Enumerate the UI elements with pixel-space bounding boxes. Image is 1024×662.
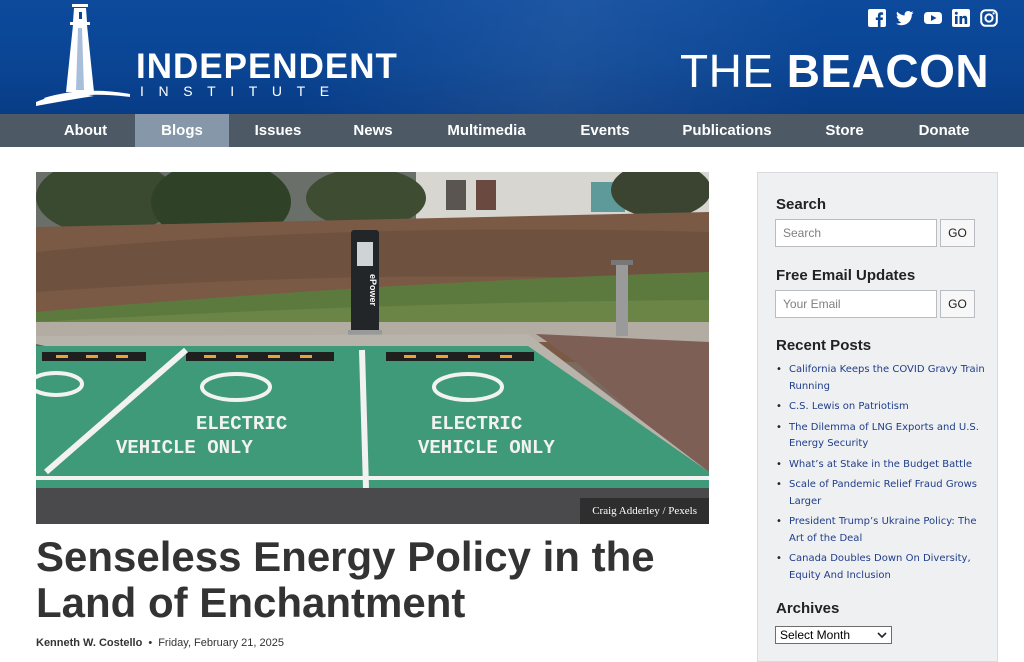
twitter-icon[interactable] (896, 9, 914, 27)
left-bay-text-line2: VEHICLE ONLY (116, 437, 253, 459)
right-bay-text-line2: VEHICLE ONLY (418, 437, 555, 459)
nav-item-issues[interactable]: Issues (230, 114, 326, 147)
nav-item-blogs[interactable]: Blogs (135, 114, 229, 147)
article-title: Senseless Energy Policy in the Land of E… (36, 534, 716, 626)
archives-month-select[interactable]: Select Month (775, 626, 892, 644)
main-nav: About Blogs Issues News Multimedia Event… (0, 114, 1024, 147)
brand-subtitle[interactable]: INSTITUTE (140, 83, 344, 99)
right-bay-text-line1: ELECTRIC (431, 413, 522, 435)
article-byline: Kenneth W. Costello • Friday, February 21,… (36, 637, 284, 649)
nav-item-about[interactable]: About (37, 114, 134, 147)
article-title-line1: Senseless Energy Policy in the (36, 533, 655, 580)
sidebar: Search GO Free Email Updates GO Recent P… (757, 172, 998, 662)
recent-post-link[interactable]: California Keeps the COVID Gravy Train R… (776, 362, 988, 395)
image-credit: Craig Adderley / Pexels (580, 498, 709, 524)
email-go-button[interactable]: GO (940, 290, 975, 318)
recent-posts-heading: Recent Posts (776, 337, 872, 354)
recent-post-link[interactable]: President Trump’s Ukraine Policy: The Ar… (776, 514, 988, 547)
article-hero-image: ePower ELECTRIC VEHICLE ONLY ELECTRIC VE… (36, 172, 709, 524)
nav-item-news[interactable]: News (327, 114, 419, 147)
lighthouse-logo-icon[interactable] (34, 2, 134, 106)
search-go-button[interactable]: GO (940, 219, 975, 247)
archives-heading: Archives (776, 600, 840, 617)
ev-parking-illustration: ePower ELECTRIC VEHICLE ONLY ELECTRIC VE… (36, 172, 709, 524)
social-links (868, 9, 998, 27)
youtube-icon[interactable] (924, 9, 942, 27)
site-header: INDEPENDENT INSTITUTE THE BEACON (0, 0, 1024, 114)
recent-post-link[interactable]: What’s at Stake in the Budget Battle (776, 457, 988, 474)
left-bay-text-line1: ELECTRIC (196, 413, 287, 435)
brand-name[interactable]: INDEPENDENT (136, 49, 398, 84)
recent-post-link[interactable]: Canada Doubles Down On Diversity, Equity… (776, 551, 988, 584)
byline-separator: • (148, 637, 153, 649)
beacon-masthead[interactable]: THE BEACON (680, 45, 989, 97)
facebook-icon[interactable] (868, 9, 886, 27)
chevron-down-icon (877, 632, 887, 639)
archives-select-value: Select Month (780, 628, 851, 642)
article-title-line2: Land of Enchantment (36, 579, 466, 626)
search-input[interactable] (775, 219, 937, 247)
email-field[interactable] (775, 290, 937, 318)
recent-post-link[interactable]: The Dilemma of LNG Exports and U.S. Ener… (776, 420, 988, 453)
charger-brand-text: ePower (368, 274, 378, 307)
nav-item-multimedia[interactable]: Multimedia (420, 114, 553, 147)
instagram-icon[interactable] (980, 9, 998, 27)
recent-post-link[interactable]: Scale of Pandemic Relief Fraud Grows Lar… (776, 477, 988, 510)
recent-posts-list: California Keeps the COVID Gravy Train R… (776, 362, 988, 588)
nav-item-store[interactable]: Store (798, 114, 891, 147)
nav-item-donate[interactable]: Donate (892, 114, 996, 147)
recent-post-link[interactable]: C.S. Lewis on Patriotism (776, 399, 988, 416)
beacon-prefix: THE (680, 45, 774, 97)
linkedin-icon[interactable] (952, 9, 970, 27)
nav-item-publications[interactable]: Publications (657, 114, 797, 147)
author-name[interactable]: Kenneth W. Costello (36, 637, 142, 649)
beacon-title: BEACON (786, 45, 990, 97)
publish-date: Friday, February 21, 2025 (158, 637, 284, 649)
nav-item-events[interactable]: Events (554, 114, 656, 147)
search-heading: Search (776, 196, 827, 213)
email-updates-heading: Free Email Updates (776, 267, 916, 284)
